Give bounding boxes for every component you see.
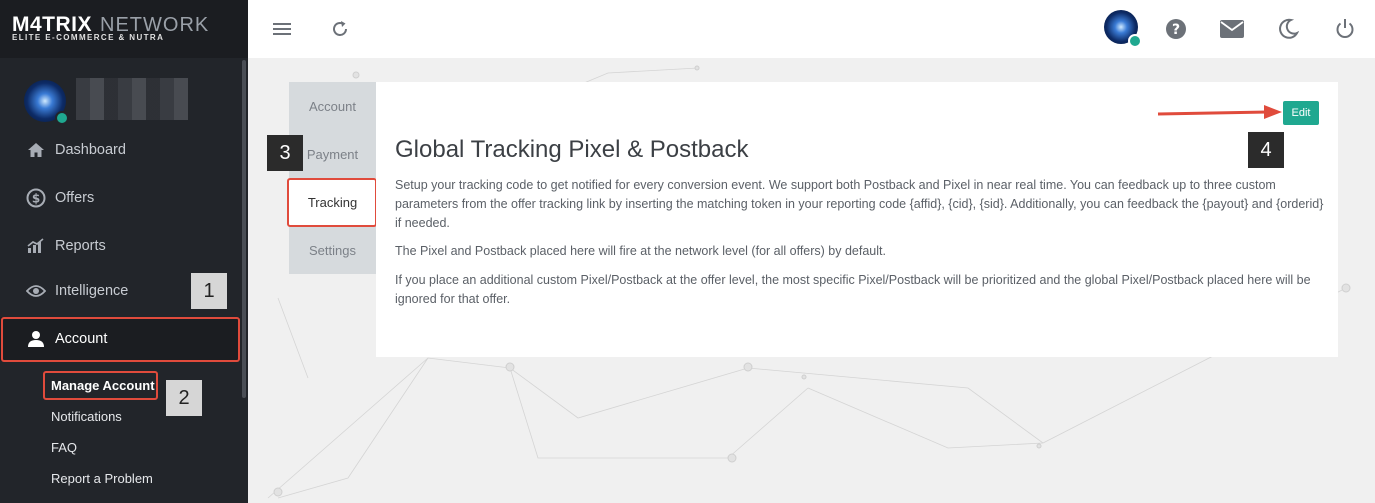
avatar[interactable]	[1104, 10, 1142, 48]
sidebar-item-label: Intelligence	[55, 283, 129, 299]
account-highlight-outline	[1, 317, 240, 362]
user-profile[interactable]	[24, 78, 188, 125]
redacted-username	[76, 78, 188, 120]
help-icon[interactable]: ?	[1162, 15, 1190, 43]
description-network-level: The Pixel and Postback placed here will …	[395, 244, 886, 258]
mail-icon[interactable]	[1218, 15, 1246, 43]
sidebar-item-dashboard[interactable]: Dashboard	[0, 128, 240, 172]
sidebar-subitem-faq[interactable]: FAQ	[51, 440, 77, 455]
chart-bars-icon	[26, 236, 46, 256]
sidebar-subitem-notifications[interactable]: Notifications	[51, 409, 122, 424]
sidebar-item-reports[interactable]: Reports	[0, 224, 240, 268]
refresh-icon[interactable]	[326, 15, 354, 43]
svg-text:$: $	[32, 192, 40, 206]
power-icon[interactable]	[1331, 15, 1359, 43]
description-offer-level: If you place an additional custom Pixel/…	[395, 273, 1311, 306]
page-title: Global Tracking Pixel & Postback	[395, 136, 749, 163]
online-status-indicator	[1128, 34, 1142, 48]
manage-account-highlight-outline	[43, 371, 158, 400]
description-setup: Setup your tracking code to get notified…	[395, 178, 1324, 230]
sidebar: M4TRIX NETWORK ELITE E-COMMERCE & NUTRA D…	[0, 0, 248, 503]
brand-logo[interactable]: M4TRIX NETWORK ELITE E-COMMERCE & NUTRA	[0, 0, 248, 58]
sidebar-item-label: Dashboard	[55, 142, 126, 158]
step-marker-1: 1	[191, 273, 227, 309]
svg-text:?: ?	[1172, 22, 1180, 38]
eye-icon	[26, 281, 46, 301]
online-status-indicator	[55, 111, 69, 125]
home-icon	[26, 140, 46, 160]
tab-account[interactable]: Account	[289, 82, 376, 130]
sidebar-item-label: Offers	[55, 190, 95, 206]
menu-icon[interactable]	[268, 15, 296, 43]
dollar-circle-icon: $	[26, 188, 46, 208]
tracking-tab-highlight-outline	[287, 178, 377, 227]
step-marker-3: 3	[267, 135, 303, 171]
step-marker-4: 4	[1248, 132, 1284, 168]
avatar[interactable]	[24, 80, 69, 125]
sidebar-subitem-report-problem[interactable]: Report a Problem	[51, 471, 153, 486]
arrow-annotation	[1157, 105, 1282, 119]
edit-button[interactable]: Edit	[1283, 101, 1319, 125]
top-bar: ?	[248, 0, 1375, 58]
moon-icon[interactable]	[1274, 15, 1302, 43]
logo-tagline: ELITE E-COMMERCE & NUTRA	[12, 33, 165, 42]
step-marker-2: 2	[166, 380, 202, 416]
sidebar-scrollbar[interactable]	[242, 60, 246, 398]
sidebar-item-label: Reports	[55, 238, 106, 254]
tab-settings[interactable]: Settings	[289, 226, 376, 274]
sidebar-item-offers[interactable]: $ Offers	[0, 176, 240, 220]
